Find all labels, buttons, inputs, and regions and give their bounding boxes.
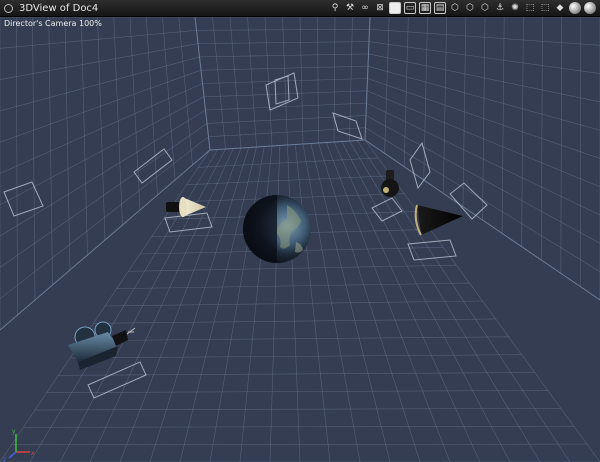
- wireframe-icon[interactable]: ⬚: [539, 2, 551, 14]
- polygon-mode-icon[interactable]: ⬡: [479, 2, 491, 14]
- hand-icon[interactable]: ⚒: [344, 2, 356, 14]
- four-views-icon[interactable]: ▦: [419, 2, 431, 14]
- spotlight-floor-shadow: [164, 212, 213, 233]
- smooth-shade-icon[interactable]: [569, 2, 581, 14]
- earth-sphere[interactable]: [243, 195, 311, 263]
- cone-floor-shadow: [407, 239, 457, 261]
- svg-text:x: x: [31, 450, 35, 457]
- scene-canvas[interactable]: x y z: [0, 17, 600, 462]
- flat-shade-icon[interactable]: ◆: [554, 2, 566, 14]
- two-views-icon[interactable]: ▭: [404, 2, 416, 14]
- left-light-panel: [133, 148, 173, 184]
- fit-icon[interactable]: ⊠: [374, 2, 386, 14]
- movie-camera-object[interactable]: [68, 321, 136, 370]
- grid-views-icon[interactable]: ▤: [434, 2, 446, 14]
- side-right-panel: [449, 182, 488, 220]
- title-bar[interactable]: 3DView of Doc4 ⚲ ⚒ ∞ ⊠ ▭ ▦ ▤ ⬡ ⬡ ⬡ ⚓ ✺ ⬚ ⬚ ◆: [0, 0, 600, 17]
- 3d-viewport[interactable]: x y z Director's Camera 100%: [0, 17, 600, 462]
- object-mode-icon[interactable]: ⬡: [449, 2, 461, 14]
- cone-object[interactable]: [414, 204, 463, 236]
- group-mode-icon[interactable]: ⬡: [464, 2, 476, 14]
- window-title: 3DView of Doc4: [19, 2, 99, 14]
- top-light-panel: [265, 72, 299, 111]
- axis-gizmo: x y z: [3, 428, 35, 462]
- director-camera-icon[interactable]: ⚓: [494, 2, 506, 14]
- view-toolbar: ⚲ ⚒ ∞ ⊠ ▭ ▦ ▤ ⬡ ⬡ ⬡ ⚓ ✺ ⬚ ⬚ ◆: [329, 1, 596, 15]
- svg-text:z: z: [3, 456, 6, 462]
- walk-icon[interactable]: ⚲: [329, 2, 341, 14]
- camera-label: Director's Camera 100%: [4, 19, 102, 28]
- svg-text:y: y: [12, 428, 16, 435]
- lamp-object[interactable]: [381, 170, 399, 197]
- binoculars-icon[interactable]: ∞: [359, 2, 371, 14]
- window-menu-icon[interactable]: [4, 3, 13, 13]
- far-left-panel: [3, 181, 44, 217]
- bounding-box-icon[interactable]: ⬚: [524, 2, 536, 14]
- texture-shade-icon[interactable]: [584, 2, 596, 14]
- single-view-icon[interactable]: [389, 2, 401, 14]
- light-icon[interactable]: ✺: [509, 2, 521, 14]
- 3d-view-window: 3DView of Doc4 ⚲ ⚒ ∞ ⊠ ▭ ▦ ▤ ⬡ ⬡ ⬡ ⚓ ✺ ⬚ ⬚ ◆: [0, 0, 600, 462]
